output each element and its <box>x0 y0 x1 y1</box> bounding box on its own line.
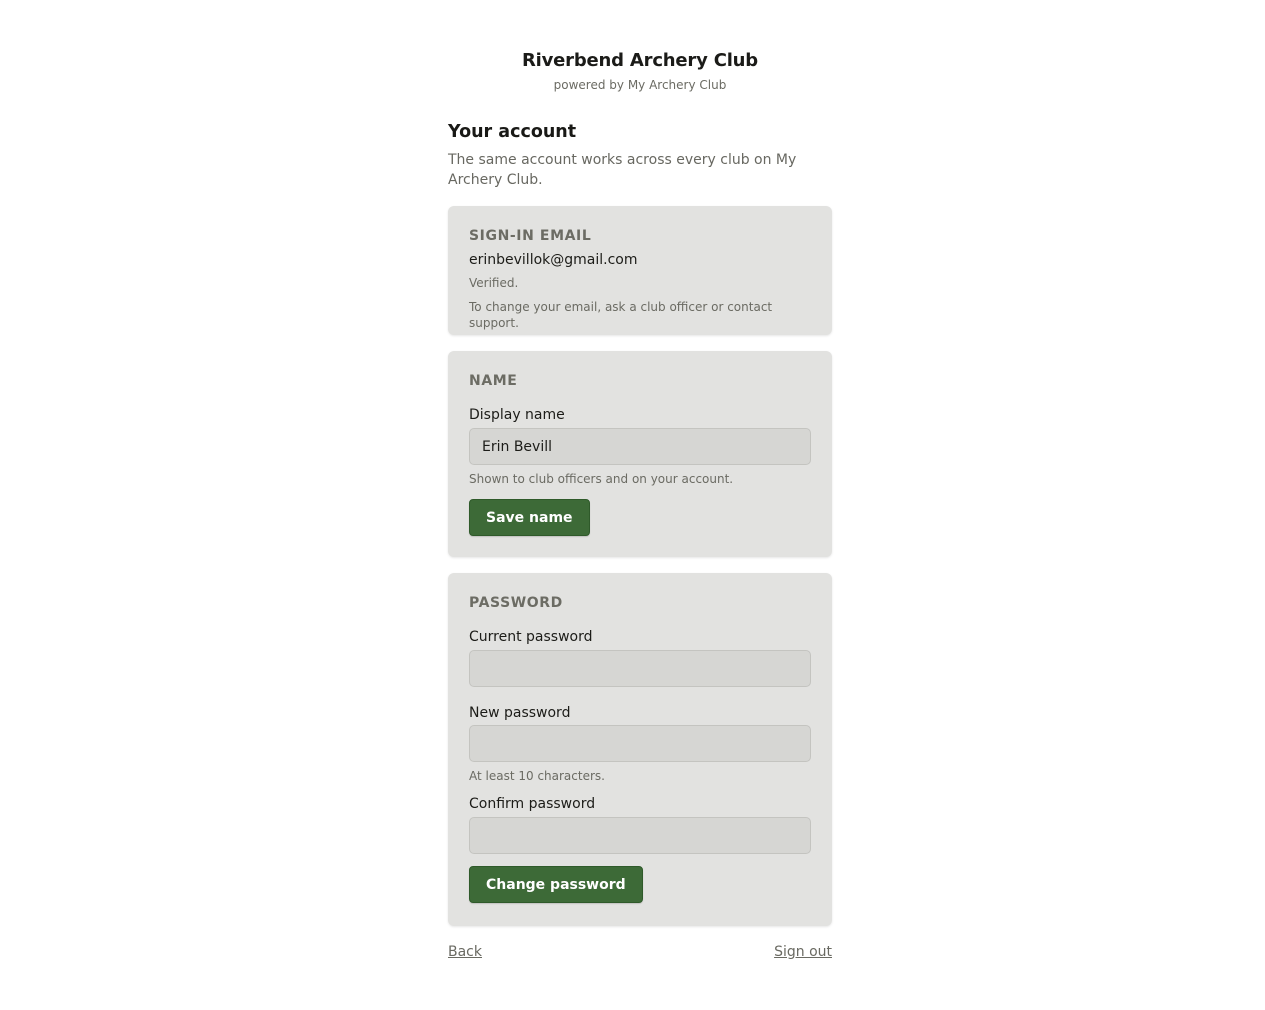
back-link[interactable]: Back <box>448 942 482 962</box>
password-card-title: PASSWORD <box>469 595 563 611</box>
footer-links: Back Sign out <box>448 942 832 962</box>
password-card: PASSWORD Current password New password A… <box>448 573 832 926</box>
sign-in-email-title: SIGN-IN EMAIL <box>469 228 592 244</box>
club-name: Riverbend Archery Club <box>522 50 758 71</box>
name-card-title: NAME <box>469 373 518 389</box>
current-password-label: Current password <box>469 629 593 645</box>
confirm-password-label: Confirm password <box>469 796 596 812</box>
new-password-help: At least 10 characters. <box>469 769 605 783</box>
club-header: Riverbend Archery Club powered by My Arc… <box>0 49 1265 96</box>
new-password-label: New password <box>469 705 571 721</box>
email-verified-status: Verified. <box>469 276 519 290</box>
display-name-label: Display name <box>469 407 565 423</box>
change-email-help: To change your email, ask a club officer… <box>469 300 773 330</box>
display-name-help: Shown to club officers and on your accou… <box>469 472 734 486</box>
name-card: NAME Display name Shown to club officers… <box>448 351 832 557</box>
confirm-password-input[interactable] <box>469 817 811 854</box>
sign-out-link[interactable]: Sign out <box>774 942 832 962</box>
display-name-input[interactable] <box>469 428 811 465</box>
current-password-input[interactable] <box>469 650 811 687</box>
powered-by: powered by My Archery Club <box>553 78 727 92</box>
new-password-input[interactable] <box>469 725 811 762</box>
email-value: erinbevillok@gmail.com <box>469 252 638 268</box>
change-password-button[interactable]: Change password <box>469 866 643 903</box>
save-name-button[interactable]: Save name <box>469 499 590 536</box>
account-page: Riverbend Archery Club powered by My Arc… <box>0 0 1265 1010</box>
sign-in-email-card: SIGN-IN EMAIL erinbevillok@gmail.com Ver… <box>448 206 832 335</box>
page-intro: The same account works across every club… <box>448 152 797 188</box>
account-main: Your account The same account works acro… <box>448 119 832 960</box>
page-title: Your account <box>448 122 577 142</box>
